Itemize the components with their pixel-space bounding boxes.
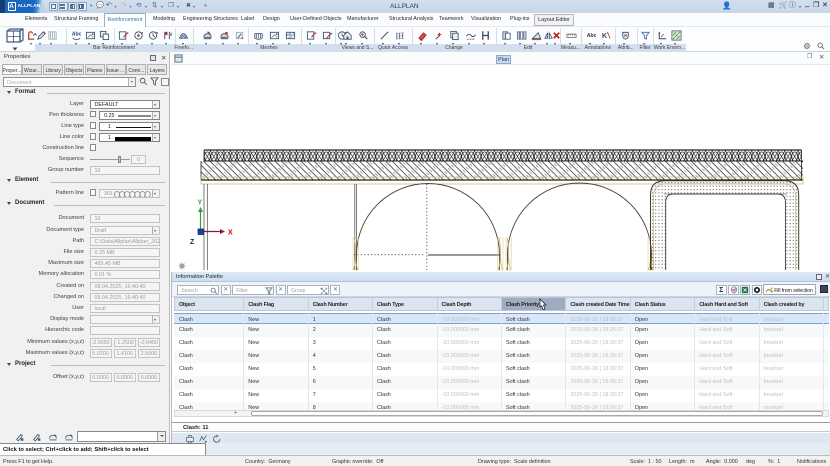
svg-text:Abc: Abc <box>586 32 596 38</box>
svg-text:Z: Z <box>190 239 195 246</box>
svg-text:Y: Y <box>198 200 203 207</box>
svg-text:X: X <box>228 230 233 237</box>
svg-text:K: K <box>601 30 607 39</box>
svg-text:Abc: Abc <box>72 31 82 37</box>
